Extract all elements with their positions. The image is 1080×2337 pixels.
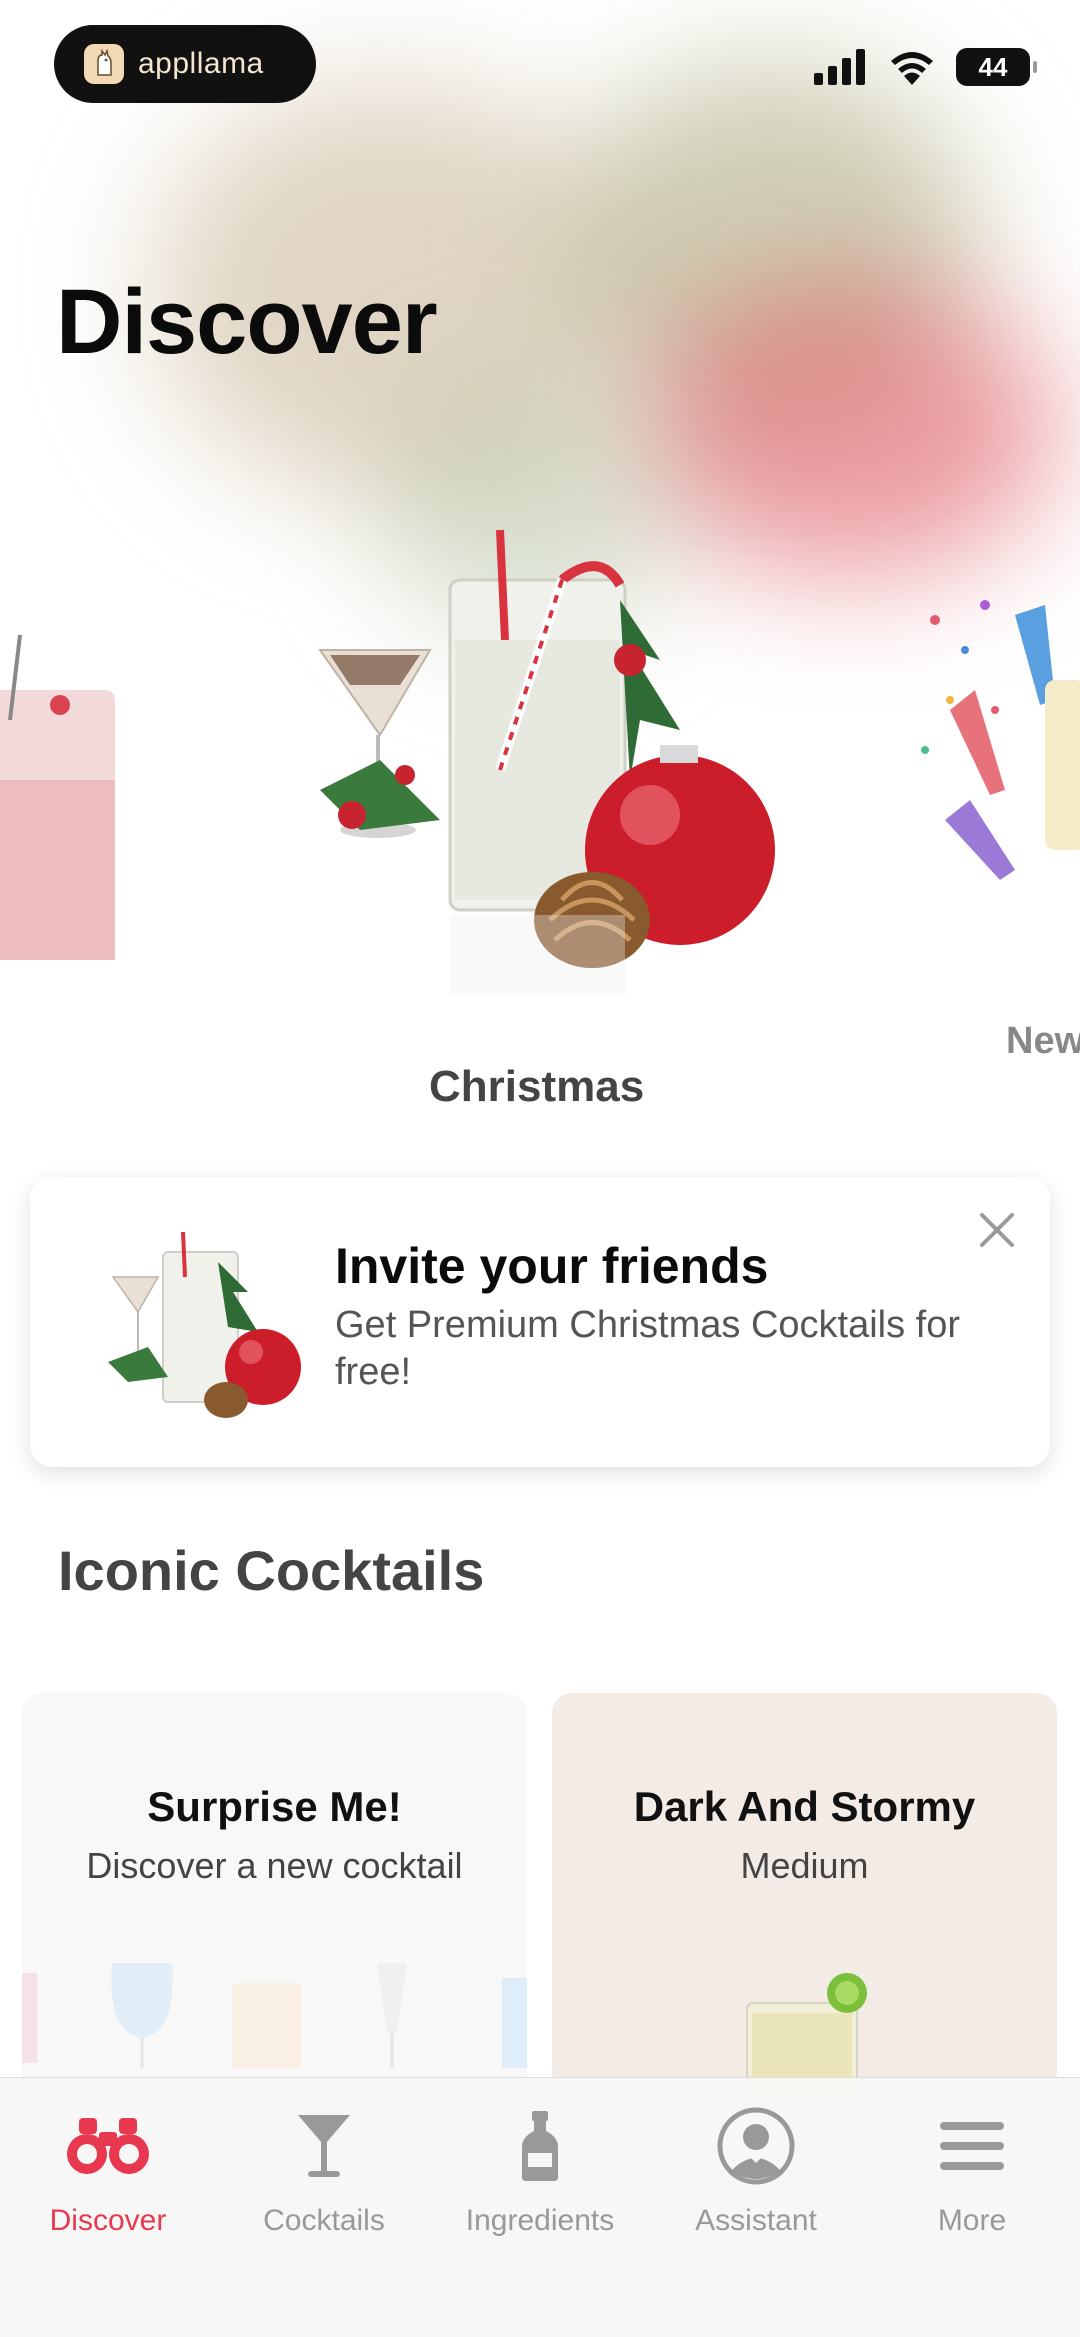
tile-title: Surprise Me!: [147, 1783, 402, 1830]
carousel-label-christmas: Christmas: [429, 1062, 645, 1111]
invite-title: Invite your friends: [335, 1238, 769, 1294]
status-brand-text: appllama: [138, 47, 264, 80]
tab-bar: Discover Cocktails Ingredients Assistant…: [0, 2077, 1080, 2337]
tile-subtitle: Medium: [740, 1845, 869, 1886]
section-title-iconic: Iconic Cocktails: [58, 1539, 485, 1602]
tile-subtitle: Discover a new cocktail: [86, 1845, 463, 1886]
battery-indicator: 44: [956, 48, 1037, 86]
binoculars-icon: [65, 2108, 151, 2184]
invite-christmas-image: [108, 1232, 301, 1418]
battery-level: 44: [978, 51, 1008, 82]
dark-and-stormy-card[interactable]: Dark And Stormy Medium: [552, 1693, 1057, 2093]
tab-ingredients[interactable]: Ingredients: [432, 2078, 648, 2337]
tile-title: Dark And Stormy: [633, 1783, 976, 1830]
collection-card-left[interactable]: [0, 580, 130, 960]
menu-icon: [929, 2108, 1015, 2184]
llama-logo-icon: [84, 44, 124, 84]
tab-cocktails[interactable]: Cocktails: [216, 2078, 432, 2337]
surprise-me-card[interactable]: Surprise Me! Discover a new cocktail: [22, 1693, 527, 2093]
tab-label: Cocktails: [263, 2204, 385, 2237]
bottle-icon: [497, 2108, 583, 2184]
collection-card-christmas[interactable]: [300, 520, 800, 1050]
dark-and-stormy-image: [746, 1973, 867, 2093]
wifi-icon: [891, 52, 933, 85]
invite-friends-card[interactable]: Invite your friends Get Premium Christma…: [30, 1177, 1050, 1467]
status-app-pill: appllama: [54, 25, 316, 103]
collection-card-new-year[interactable]: [915, 590, 1080, 970]
faded-glasses-image: [22, 1963, 527, 2068]
cocktail-glass-icon: [281, 2108, 367, 2184]
collection-carousel[interactable]: [0, 520, 1080, 1120]
tab-label: Assistant: [695, 2204, 817, 2237]
close-icon[interactable]: [974, 1207, 1020, 1253]
tab-more[interactable]: More: [864, 2078, 1080, 2337]
tab-assistant[interactable]: Assistant: [648, 2078, 864, 2337]
bartender-avatar-icon: [713, 2107, 799, 2185]
tab-label: Discover: [49, 2204, 167, 2237]
tab-label: More: [937, 2204, 1007, 2237]
status-indicators: 44: [814, 48, 1037, 86]
background-blur: [560, 60, 980, 420]
cellular-signal-icon: [814, 49, 865, 85]
invite-subtitle: Get Premium Christmas Cocktails for free…: [335, 1304, 961, 1393]
page-title: Discover: [56, 271, 438, 373]
tab-label: Ingredients: [465, 2204, 615, 2237]
tab-discover[interactable]: Discover: [0, 2078, 216, 2337]
carousel-label-new: New: [1006, 1020, 1080, 1062]
